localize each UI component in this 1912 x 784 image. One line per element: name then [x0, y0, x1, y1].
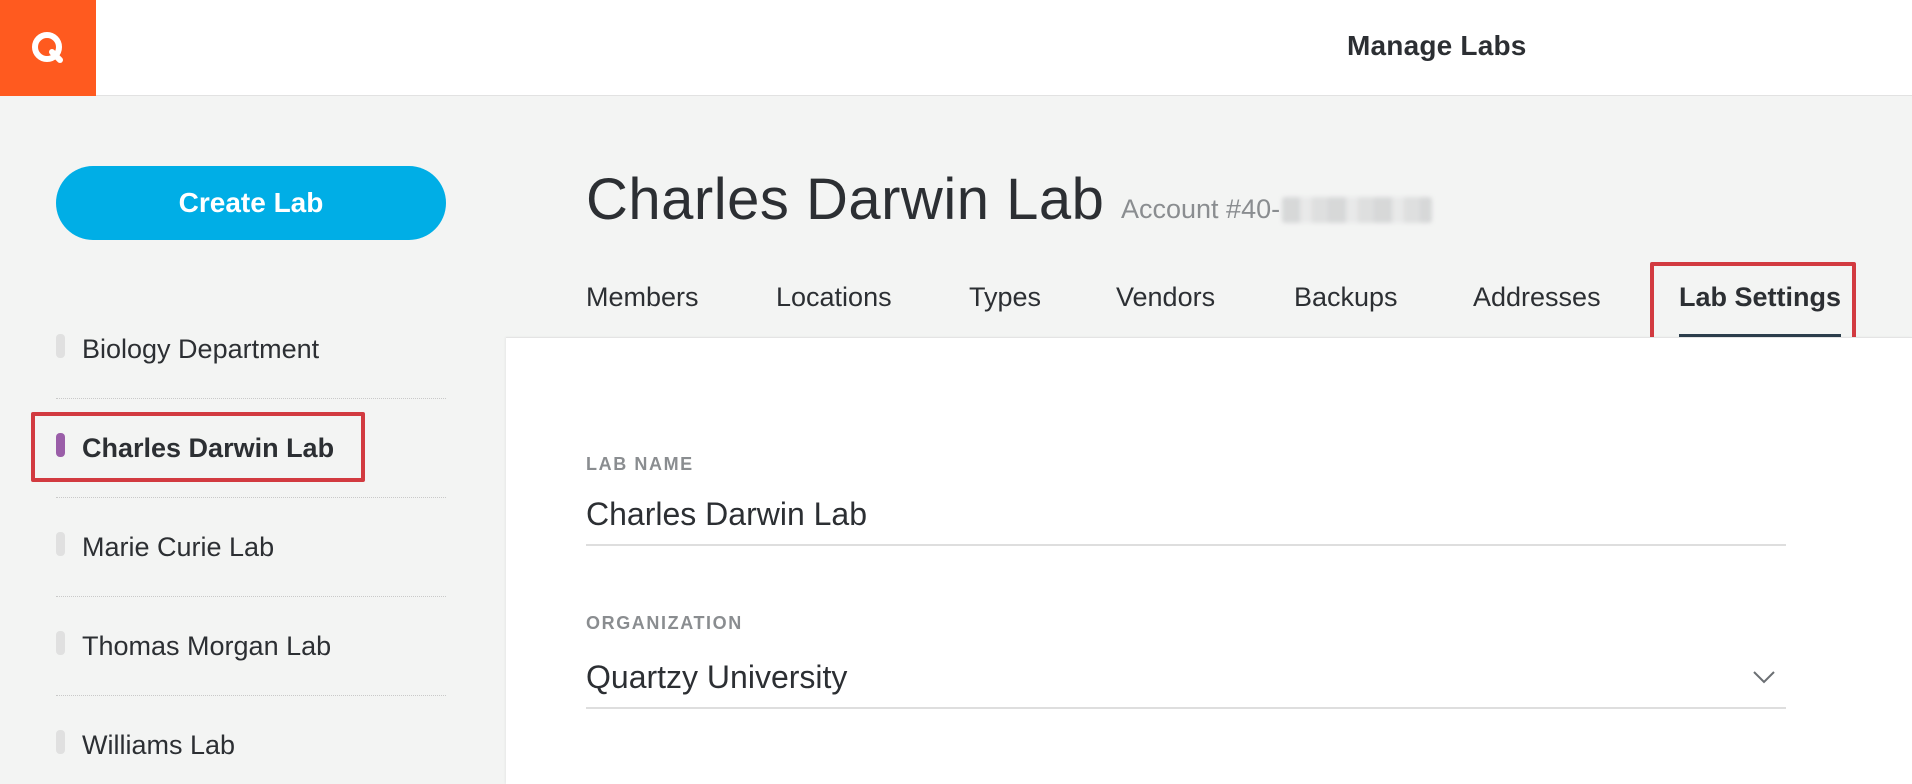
sidebar-item-marie-curie-lab[interactable]: Marie Curie Lab	[56, 498, 446, 597]
organization-selected-value: Quartzy University	[586, 659, 848, 695]
top-bar: Manage Labs	[0, 0, 1912, 96]
tab-locations[interactable]: Locations	[776, 282, 892, 313]
sidebar-highlight-box	[31, 412, 365, 482]
sidebar-item-label: Biology Department	[82, 334, 320, 364]
lab-list: Biology Department Charles Darwin Lab Ma…	[56, 300, 446, 784]
sidebar-item-label: Williams Lab	[82, 730, 236, 760]
sidebar-item-label: Marie Curie Lab	[82, 532, 275, 562]
lab-name-label: LAB NAME	[586, 454, 694, 474]
tab-types[interactable]: Types	[969, 282, 1041, 313]
redacted-account-digits	[1282, 196, 1433, 223]
lab-marker	[56, 334, 65, 358]
page-title: Charles Darwin Lab	[586, 167, 1105, 232]
lab-name-input[interactable]	[586, 484, 1786, 546]
quartzy-logo-icon[interactable]	[0, 0, 96, 96]
lab-settings-card: LAB NAME ORGANIZATION Quartzy University	[506, 337, 1912, 784]
lab-marker	[56, 631, 65, 655]
chevron-down-icon	[1753, 671, 1775, 684]
sidebar-item-williams-lab[interactable]: Williams Lab	[56, 696, 446, 784]
account-prefix: Account #40-	[1121, 194, 1281, 224]
account-number: Account #40-	[1121, 194, 1433, 225]
tab-vendors[interactable]: Vendors	[1116, 282, 1215, 313]
sidebar-item-thomas-morgan-lab[interactable]: Thomas Morgan Lab	[56, 597, 446, 696]
tab-members[interactable]: Members	[586, 282, 699, 313]
sidebar-item-label: Thomas Morgan Lab	[82, 631, 332, 661]
organization-label: ORGANIZATION	[586, 613, 743, 633]
tab-addresses[interactable]: Addresses	[1473, 282, 1601, 313]
create-lab-button[interactable]: Create Lab	[56, 166, 446, 240]
sidebar-item-biology-department[interactable]: Biology Department	[56, 300, 446, 399]
lab-marker	[56, 730, 65, 754]
lab-marker	[56, 532, 65, 556]
tab-backups[interactable]: Backups	[1294, 282, 1398, 313]
organization-select[interactable]: Quartzy University	[586, 647, 1786, 709]
header-title: Manage Labs	[1347, 30, 1527, 61]
